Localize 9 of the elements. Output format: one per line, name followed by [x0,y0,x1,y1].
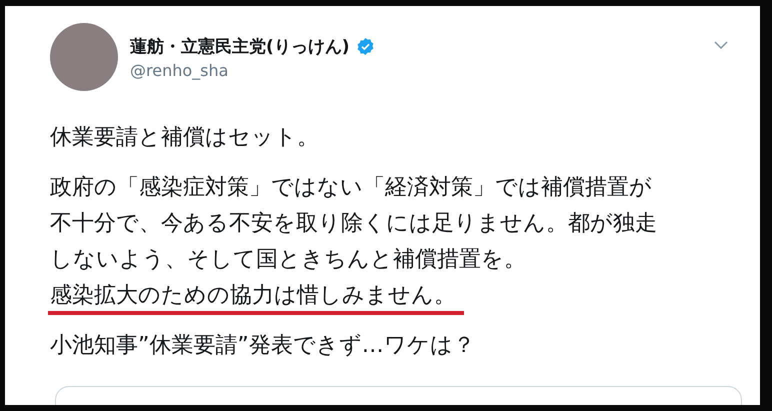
tweet-text-line: しないよう、そして国ときちんと補償措置を。 [50,246,526,274]
tweet-text-line: 政府の「感染症対策」ではない「経済対策」では補償措置が [50,174,652,202]
author-handle[interactable]: @renho_sha [130,60,714,80]
tweet-text-line: 休業要請と補償はセット。 [50,124,319,152]
tweet-text-line: 小池知事”休業要請”発表できず…ワケは？ [50,332,475,360]
tweet-text-line: 感染拡大のための協力は惜しみません。 [48,281,464,315]
author-name[interactable]: 蓮舫・立憲民主党(りっけん) [130,34,350,58]
chevron-down-icon[interactable] [714,41,728,49]
tweet-text-line: 不十分で、今ある不安を取り除くには足りません。都が独走 [50,210,657,238]
